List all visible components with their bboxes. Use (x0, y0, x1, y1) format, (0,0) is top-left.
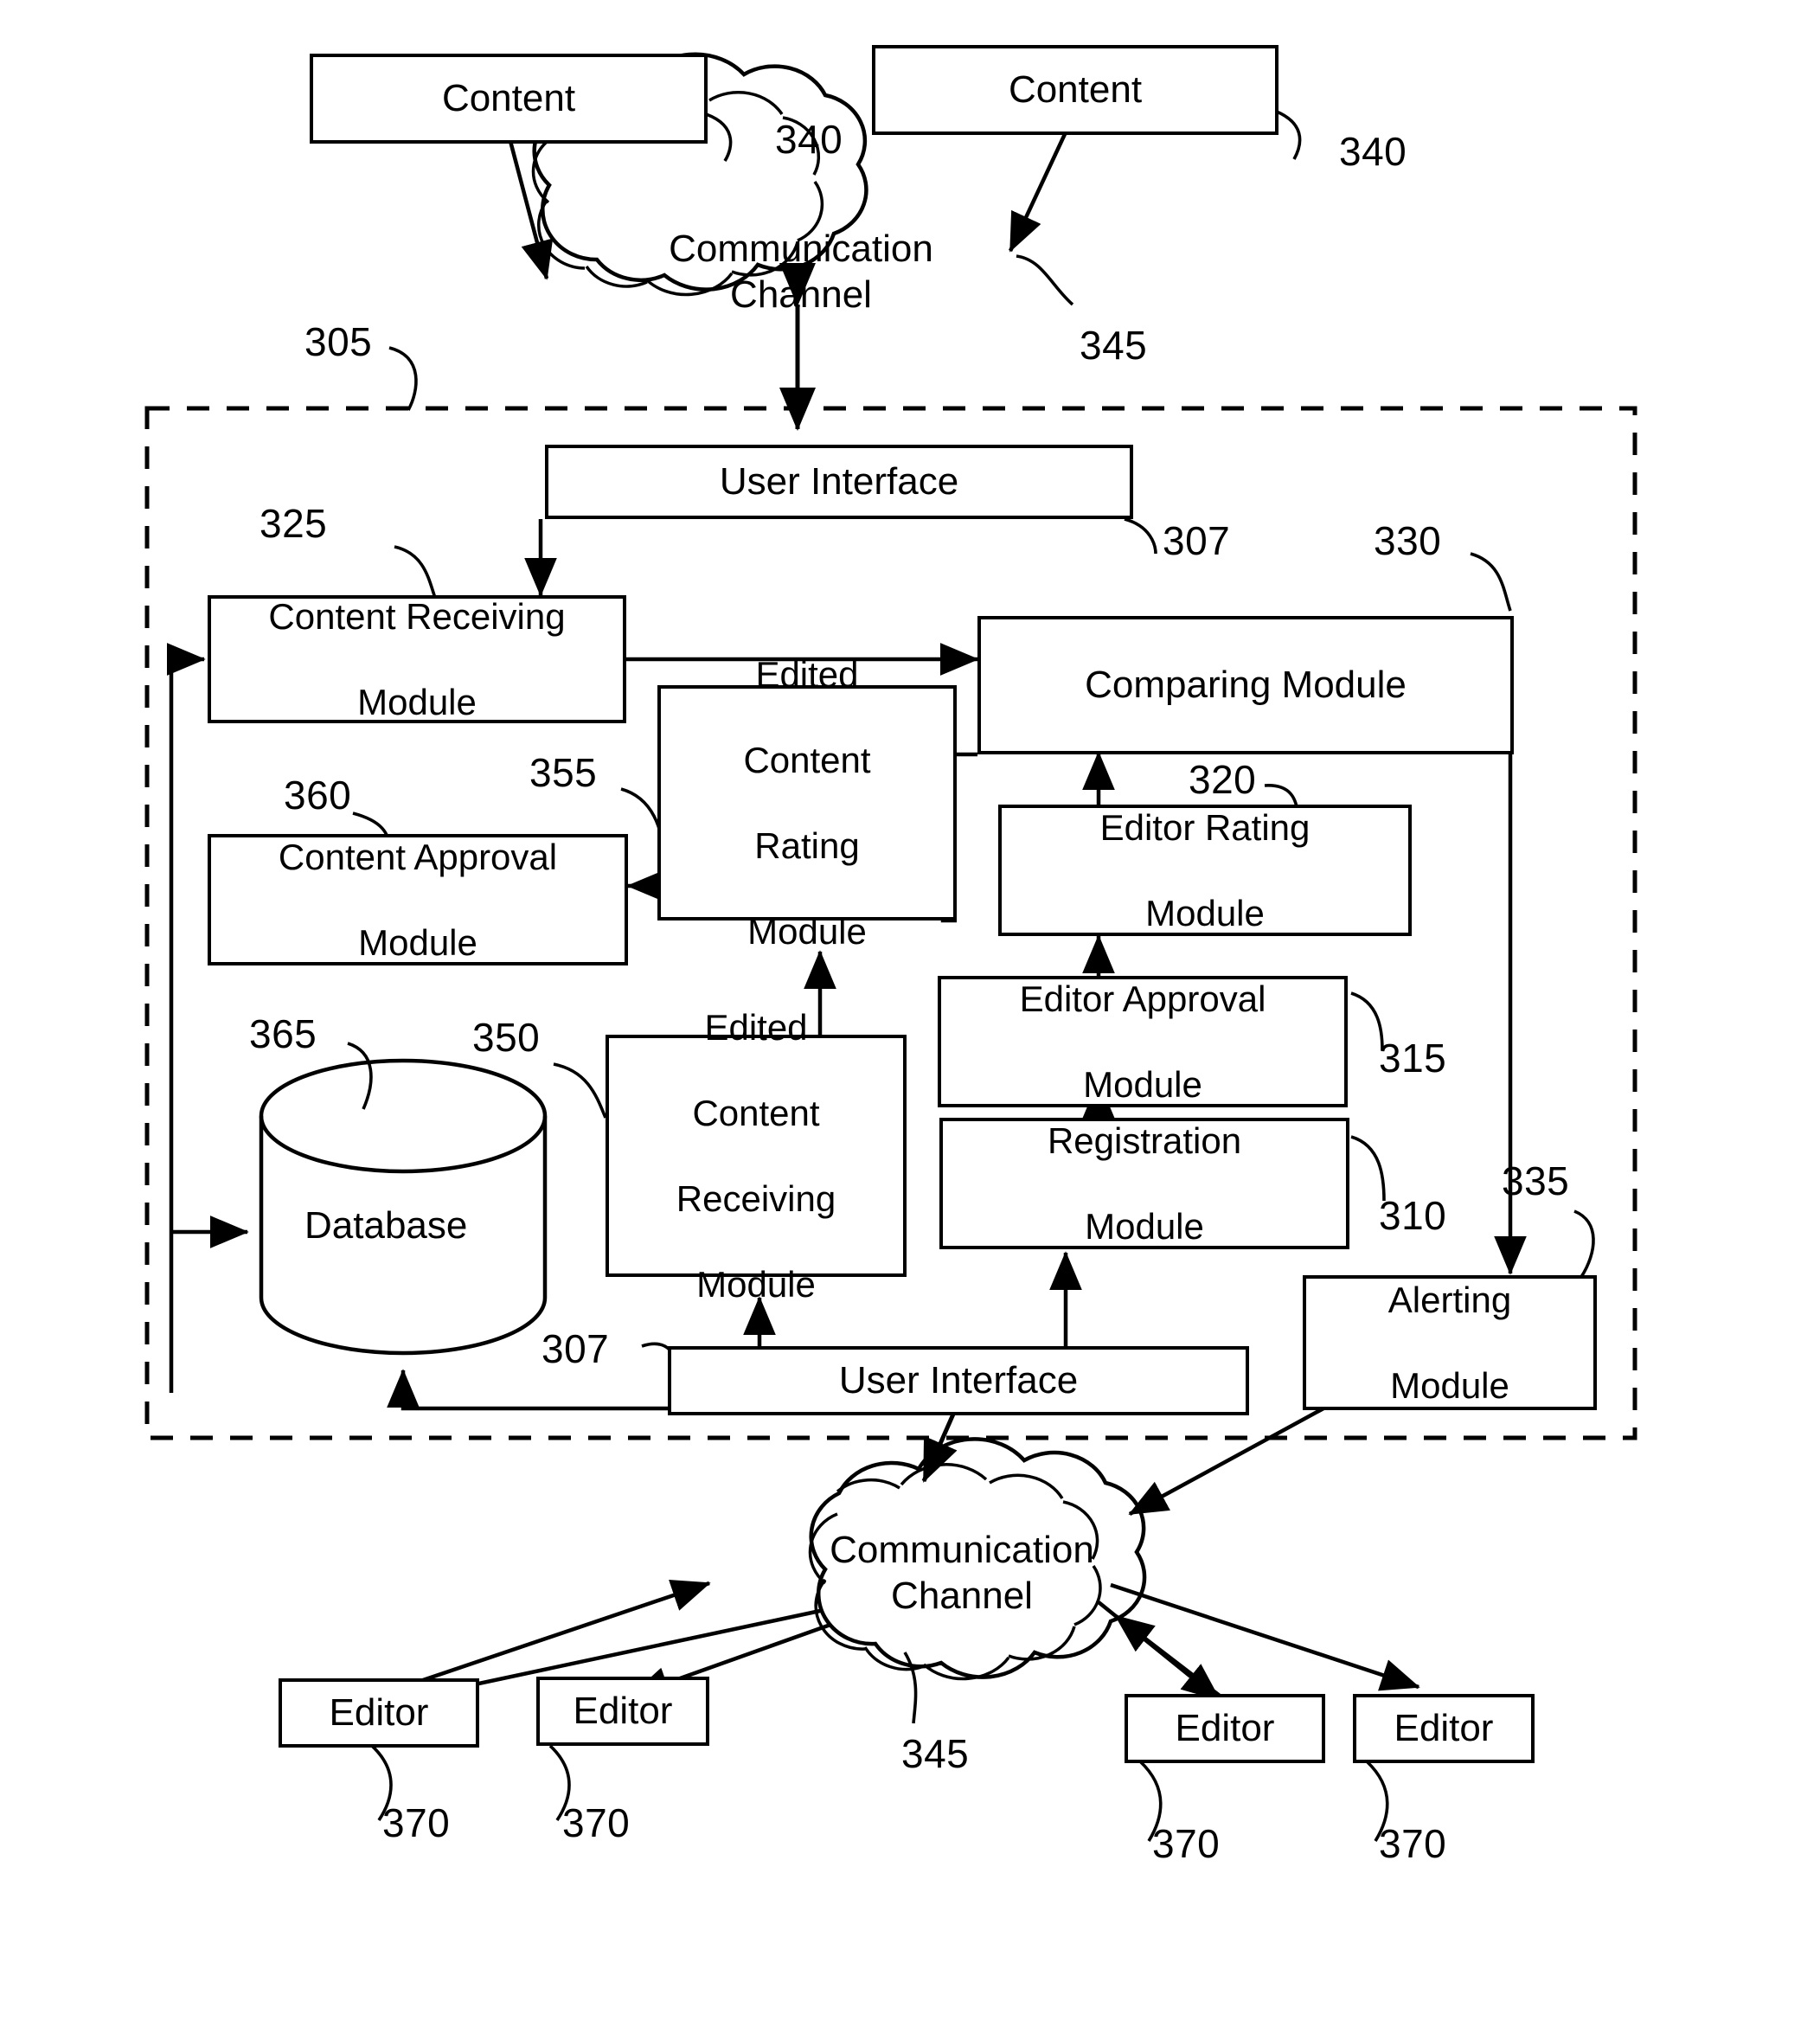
user-interface-bottom: User Interface (668, 1346, 1249, 1415)
editor-box-2: Editor (536, 1677, 709, 1746)
leader-315 (1350, 991, 1384, 1051)
comparing-module-label: Comparing Module (1085, 664, 1407, 707)
leader-305 (388, 346, 418, 411)
content-box-left-label: Content (441, 77, 576, 120)
ref-365: 365 (249, 1011, 317, 1056)
ref-345-bottom: 345 (901, 1731, 970, 1776)
edited-content-receiving-module: Edited Content Receiving Module (606, 1007, 907, 1305)
bottom-cloud-label-line1: Communication (830, 1529, 1094, 1571)
content-receiving-module: Content Receiving Module (208, 595, 626, 723)
user-interface-top: User Interface (545, 445, 1133, 519)
editor-approval-module-label: Editor Approval Module (1019, 978, 1266, 1105)
arrow-alerting-to-cloud (1128, 1407, 1325, 1516)
arrow-cloud-to-editor-4 (1110, 1582, 1420, 1691)
ref-340-left: 340 (775, 117, 843, 162)
content-approval-module-label: Content Approval Module (278, 836, 558, 963)
ref-370-2: 370 (562, 1800, 631, 1845)
user-interface-bottom-label: User Interface (838, 1359, 1079, 1402)
editor-box-1: Editor (279, 1678, 479, 1748)
ref-350: 350 (472, 1015, 541, 1060)
ref-307-top: 307 (1163, 518, 1231, 563)
top-cloud-label: Communication Channel (621, 227, 981, 318)
content-receiving-module-label: Content Receiving Module (268, 595, 566, 722)
alerting-module-label: Alerting Module (1387, 1279, 1512, 1406)
editor-rating-module: Editor Rating Module (998, 805, 1412, 936)
content-box-right: Content (872, 45, 1278, 135)
editor-rating-module-label: Editor Rating Module (1099, 806, 1311, 933)
alerting-module: Alerting Module (1303, 1275, 1597, 1410)
ref-305: 305 (304, 319, 373, 364)
rail-ui-bottom-to-database (387, 1369, 668, 1411)
comparing-module: Comparing Module (977, 616, 1514, 754)
leader-325 (394, 545, 438, 601)
top-cloud-label-line2: Channel (730, 273, 872, 316)
arrow-ui-bottom-to-cloud (921, 1364, 989, 1483)
editor-box-1-label: Editor (329, 1691, 429, 1735)
edited-content-rating-module: Edited Content Rating Module (657, 654, 957, 952)
rail-left-to-content-receiving (166, 643, 206, 1393)
registration-module-label: Registration Module (1047, 1119, 1242, 1247)
ref-325: 325 (260, 501, 328, 546)
arrow-editor-3-to-cloud (1114, 1614, 1221, 1697)
user-interface-top-label: User Interface (719, 460, 959, 504)
ref-320: 320 (1189, 757, 1257, 802)
ref-370-3: 370 (1152, 1821, 1221, 1866)
leader-335 (1573, 1209, 1595, 1278)
ref-340-right: 340 (1339, 129, 1407, 174)
edited-content-rating-module-label: Edited Content Rating Module (743, 653, 871, 952)
bottom-cloud-label-line2: Channel (891, 1574, 1033, 1617)
leader-345-top (1016, 254, 1074, 306)
edited-content-receiving-module-label: Edited Content Receiving Module (676, 1006, 836, 1305)
arrow-content-right-to-cloud (1008, 120, 1073, 253)
editor-box-4-label: Editor (1394, 1707, 1494, 1750)
ref-345-top: 345 (1080, 323, 1148, 368)
ref-370-1: 370 (382, 1800, 451, 1845)
leader-345-bottom (903, 1652, 918, 1724)
content-box-right-label: Content (1008, 68, 1143, 112)
content-box-left: Content (310, 54, 708, 144)
ref-307-bottom: 307 (542, 1326, 610, 1371)
editor-approval-module: Editor Approval Module (938, 976, 1348, 1107)
bottom-cloud-label: Communication Channel (780, 1528, 1144, 1620)
content-approval-module: Content Approval Module (208, 834, 628, 965)
leader-365 (347, 1042, 373, 1110)
top-cloud-label-line1: Communication (669, 228, 933, 270)
arrow-content-left-to-cloud (504, 127, 554, 280)
patent-figure: Content Content Communication Channel Us… (0, 0, 1820, 2027)
editor-box-4: Editor (1353, 1694, 1535, 1763)
leader-330 (1470, 552, 1512, 612)
ref-315: 315 (1379, 1036, 1447, 1081)
registration-module: Registration Module (939, 1118, 1349, 1249)
database-label: Database (304, 1204, 468, 1247)
leader-307-top (1124, 517, 1157, 555)
leader-350 (553, 1062, 607, 1119)
ref-360: 360 (284, 773, 352, 818)
leader-310 (1350, 1135, 1386, 1202)
editor-box-3-label: Editor (1175, 1707, 1275, 1750)
ref-370-4: 370 (1379, 1821, 1447, 1866)
editor-box-3: Editor (1125, 1694, 1325, 1763)
editor-box-2-label: Editor (573, 1690, 673, 1733)
ref-355: 355 (529, 750, 598, 795)
ref-310: 310 (1379, 1193, 1447, 1238)
ref-330: 330 (1374, 518, 1442, 563)
ref-335: 335 (1502, 1158, 1570, 1203)
